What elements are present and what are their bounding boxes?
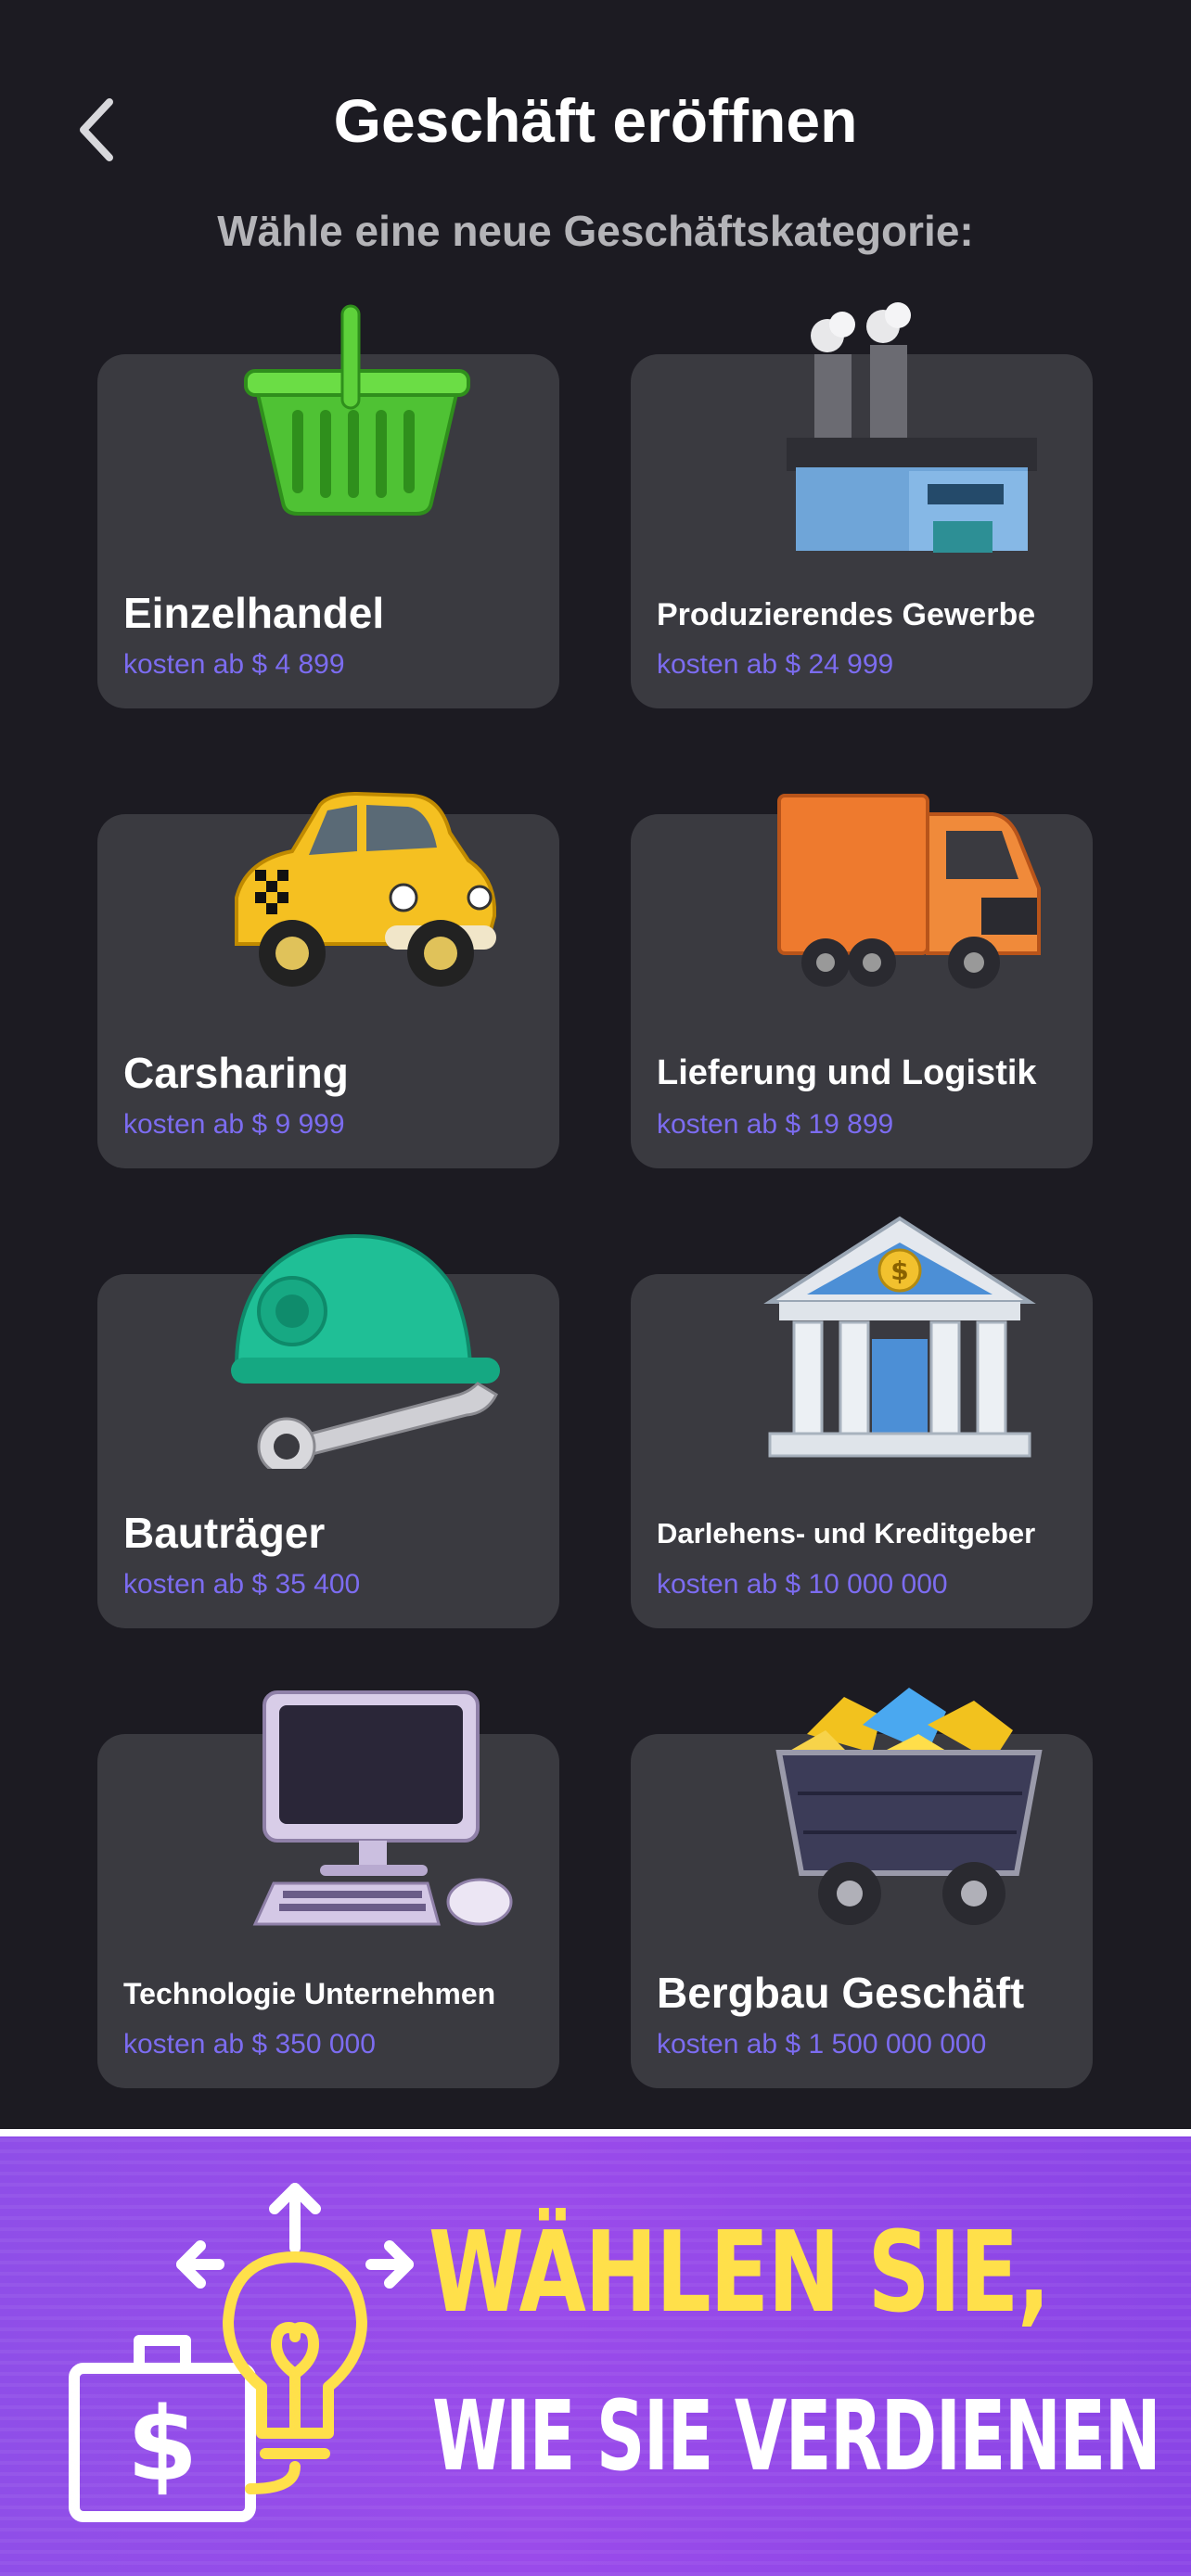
category-card-einzelhandel[interactable]: Einzelhandel kosten ab $ 4 899 (97, 304, 559, 708)
category-name: Lieferung und Logistik (657, 1053, 1037, 1092)
category-name: Produzierendes Gewerbe (657, 597, 1036, 632)
category-price: kosten ab $ 24 999 (657, 649, 894, 680)
mine-cart-icon (775, 1688, 1043, 1925)
category-name: Technologie Unternehmen (123, 1977, 496, 2010)
promo-banner: $ WÄHLEN SIE, WIE SIE VERDIENEN (0, 2129, 1191, 2576)
taxi-car-icon (235, 791, 496, 987)
category-name: Carsharing (123, 1049, 349, 1097)
category-name: Darlehens- und Kreditgeber (657, 1517, 1036, 1549)
category-price: kosten ab $ 9 999 (123, 1109, 345, 1140)
money-bag-lightbulb-icon: $ (69, 2183, 414, 2522)
category-price: kosten ab $ 19 899 (657, 1109, 894, 1140)
category-price: kosten ab $ 350 000 (123, 2029, 376, 2060)
category-name: Einzelhandel (123, 589, 385, 637)
category-price: kosten ab $ 4 899 (123, 649, 345, 680)
category-price: kosten ab $ 1 500 000 000 (657, 2029, 987, 2060)
category-card-produzierendes-gewerbe[interactable]: Produzierendes Gewerbe kosten ab $ 24 99… (631, 302, 1093, 708)
factory-icon (787, 302, 1037, 553)
category-card-kreditgeber[interactable]: $ Darlehens- und Kreditgeber kosten ab $… (631, 1216, 1093, 1628)
category-name: Bergbau Geschäft (657, 1969, 1025, 2017)
category-name: Bauträger (123, 1509, 326, 1557)
banner-subheadline: WIE SIE VERDIENEN (432, 2379, 1161, 2493)
bank-building-icon: $ (763, 1216, 1036, 1458)
svg-text:$: $ (890, 1256, 908, 1286)
category-price: kosten ab $ 10 000 000 (657, 1569, 948, 1600)
computer-icon (252, 1690, 513, 1926)
shopping-basket-icon (244, 304, 470, 516)
page-title: Geschäft eröffnen (333, 86, 858, 155)
category-card-carsharing[interactable]: Carsharing kosten ab $ 9 999 (97, 791, 559, 1168)
category-card-technologie[interactable]: Technologie Unternehmen kosten ab $ 350 … (97, 1690, 559, 2088)
category-card-lieferung-logistik[interactable]: Lieferung und Logistik kosten ab $ 19 89… (631, 794, 1093, 1168)
header: Geschäft eröffnen Wähle eine neue Geschä… (0, 0, 1191, 278)
hard-hat-wrench-icon (231, 1234, 500, 1469)
svg-text:$: $ (127, 2385, 198, 2504)
category-price: kosten ab $ 35 400 (123, 1569, 361, 1600)
delivery-truck-icon (777, 794, 1041, 988)
category-card-bautraeger[interactable]: Bauträger kosten ab $ 35 400 (97, 1234, 559, 1628)
banner-headline: WÄHLEN SIE, (429, 2209, 1050, 2338)
category-card-bergbau[interactable]: Bergbau Geschäft kosten ab $ 1 500 000 0… (631, 1688, 1093, 2088)
page-subtitle: Wähle eine neue Geschäftskategorie: (217, 207, 974, 255)
